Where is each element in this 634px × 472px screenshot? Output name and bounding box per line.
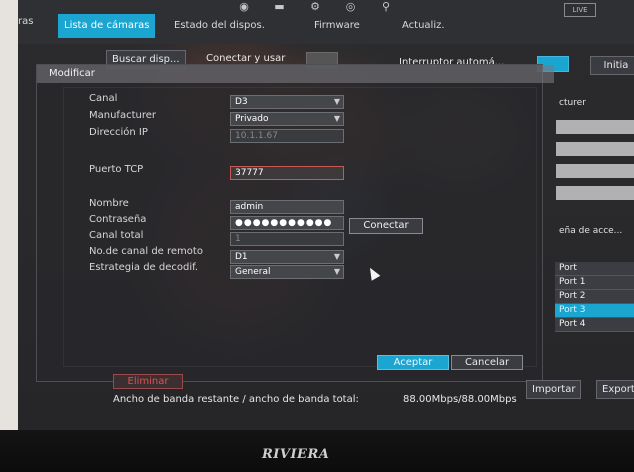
canal-total-label: Canal total bbox=[89, 230, 144, 241]
manufacturer-label: Manufacturer bbox=[89, 110, 156, 121]
port-item-selected[interactable]: Port 3 bbox=[555, 304, 634, 318]
cancelar-button[interactable]: Cancelar bbox=[451, 355, 523, 370]
port-item[interactable]: Port 4 bbox=[555, 318, 634, 332]
remote-channel-value: D1 bbox=[235, 252, 248, 262]
canal-total-field: 1 bbox=[230, 232, 344, 246]
strategy-value: General bbox=[235, 267, 271, 277]
remote-channel-select[interactable]: D1 ▼ bbox=[230, 250, 344, 264]
dvr-screen: ◉ ▬ ⚙ ◎ ⚲ LIVE Lista de cámaras Estado d… bbox=[18, 0, 634, 430]
chevron-down-icon: ▼ bbox=[333, 267, 340, 276]
tcp-port-field[interactable]: 37777 bbox=[230, 166, 344, 180]
modificar-dialog: Modificar Canal D3 ▼ Manufacturer Privad… bbox=[36, 64, 554, 382]
conectar-button[interactable]: Conectar bbox=[349, 218, 423, 234]
tab-actualiz[interactable]: Actualiz. bbox=[396, 14, 451, 38]
port-item[interactable]: Port 2 bbox=[555, 290, 634, 304]
network-icon[interactable]: ⚙ bbox=[299, 0, 331, 13]
table-row bbox=[556, 164, 634, 178]
bandwidth-label: Ancho de banda restante / ancho de banda… bbox=[113, 394, 359, 405]
nombre-label: Nombre bbox=[89, 198, 129, 209]
nav-left-partial[interactable]: ras bbox=[18, 16, 33, 27]
table-row bbox=[556, 186, 634, 200]
tab-estado-dispos[interactable]: Estado del dispos. bbox=[168, 14, 271, 38]
strategy-label: Estrategia de decodif. bbox=[89, 262, 199, 273]
top-icon-row: ◉ ▬ ⚙ ◎ ⚲ bbox=[228, 0, 428, 14]
chevron-down-icon: ▼ bbox=[333, 252, 340, 261]
strategy-select[interactable]: General ▼ bbox=[230, 265, 344, 279]
importar-button[interactable]: Importar bbox=[526, 380, 582, 399]
exportar-button[interactable]: Exportar bbox=[596, 380, 634, 399]
top-nav: ◉ ▬ ⚙ ◎ ⚲ LIVE Lista de cámaras Estado d… bbox=[18, 0, 634, 44]
remote-channel-label: No.de canal de remoto bbox=[89, 246, 203, 257]
aceptar-button[interactable]: Aceptar bbox=[377, 355, 449, 370]
initia-button[interactable]: Initia bbox=[590, 56, 634, 75]
settings-icon[interactable]: ⚲ bbox=[370, 0, 402, 13]
access-password-header: eña de acce... bbox=[559, 226, 623, 236]
ip-field[interactable]: 10.1.1.67 bbox=[230, 129, 344, 143]
port-list: Port Port 1 Port 2 Port 3 Port 4 bbox=[555, 262, 634, 332]
alarm-icon[interactable]: ◎ bbox=[335, 0, 367, 13]
table-row bbox=[556, 120, 634, 134]
port-item[interactable]: Port 1 bbox=[555, 276, 634, 290]
eliminar-button[interactable]: Eliminar bbox=[113, 374, 183, 389]
manufacturer-select[interactable]: Privado ▼ bbox=[230, 112, 344, 126]
tcp-port-label: Puerto TCP bbox=[89, 164, 144, 175]
tab-lista-camaras[interactable]: Lista de cámaras bbox=[58, 14, 156, 38]
contrasena-field[interactable]: ●●●●●●●●●●● bbox=[230, 216, 344, 230]
canal-label: Canal bbox=[89, 93, 118, 104]
ip-label: Dirección IP bbox=[89, 127, 148, 138]
port-header: Port bbox=[555, 262, 634, 276]
tab-firmware[interactable]: Firmware bbox=[308, 14, 366, 38]
camera-icon[interactable]: ◉ bbox=[228, 0, 260, 13]
manufacturer-value: Privado bbox=[235, 114, 269, 124]
chevron-down-icon: ▼ bbox=[333, 97, 340, 106]
manufacturer-column-header: cturer bbox=[559, 98, 586, 108]
chevron-down-icon: ▼ bbox=[333, 114, 340, 123]
canal-select[interactable]: D3 ▼ bbox=[230, 95, 344, 109]
contrasena-label: Contraseña bbox=[89, 214, 147, 225]
storage-icon[interactable]: ▬ bbox=[264, 0, 296, 13]
bottom-bar: Eliminar Importar Exportar Ancho de band… bbox=[73, 372, 634, 412]
nombre-field[interactable]: admin bbox=[230, 200, 344, 214]
live-button[interactable]: LIVE bbox=[564, 3, 596, 17]
photo-margin bbox=[0, 0, 18, 430]
brand-logo: RIVIERA bbox=[262, 447, 330, 462]
table-row bbox=[556, 142, 634, 156]
canal-value: D3 bbox=[235, 97, 248, 107]
dialog-title: Modificar bbox=[37, 65, 554, 83]
bandwidth-value: 88.00Mbps/88.00Mbps bbox=[403, 394, 517, 405]
